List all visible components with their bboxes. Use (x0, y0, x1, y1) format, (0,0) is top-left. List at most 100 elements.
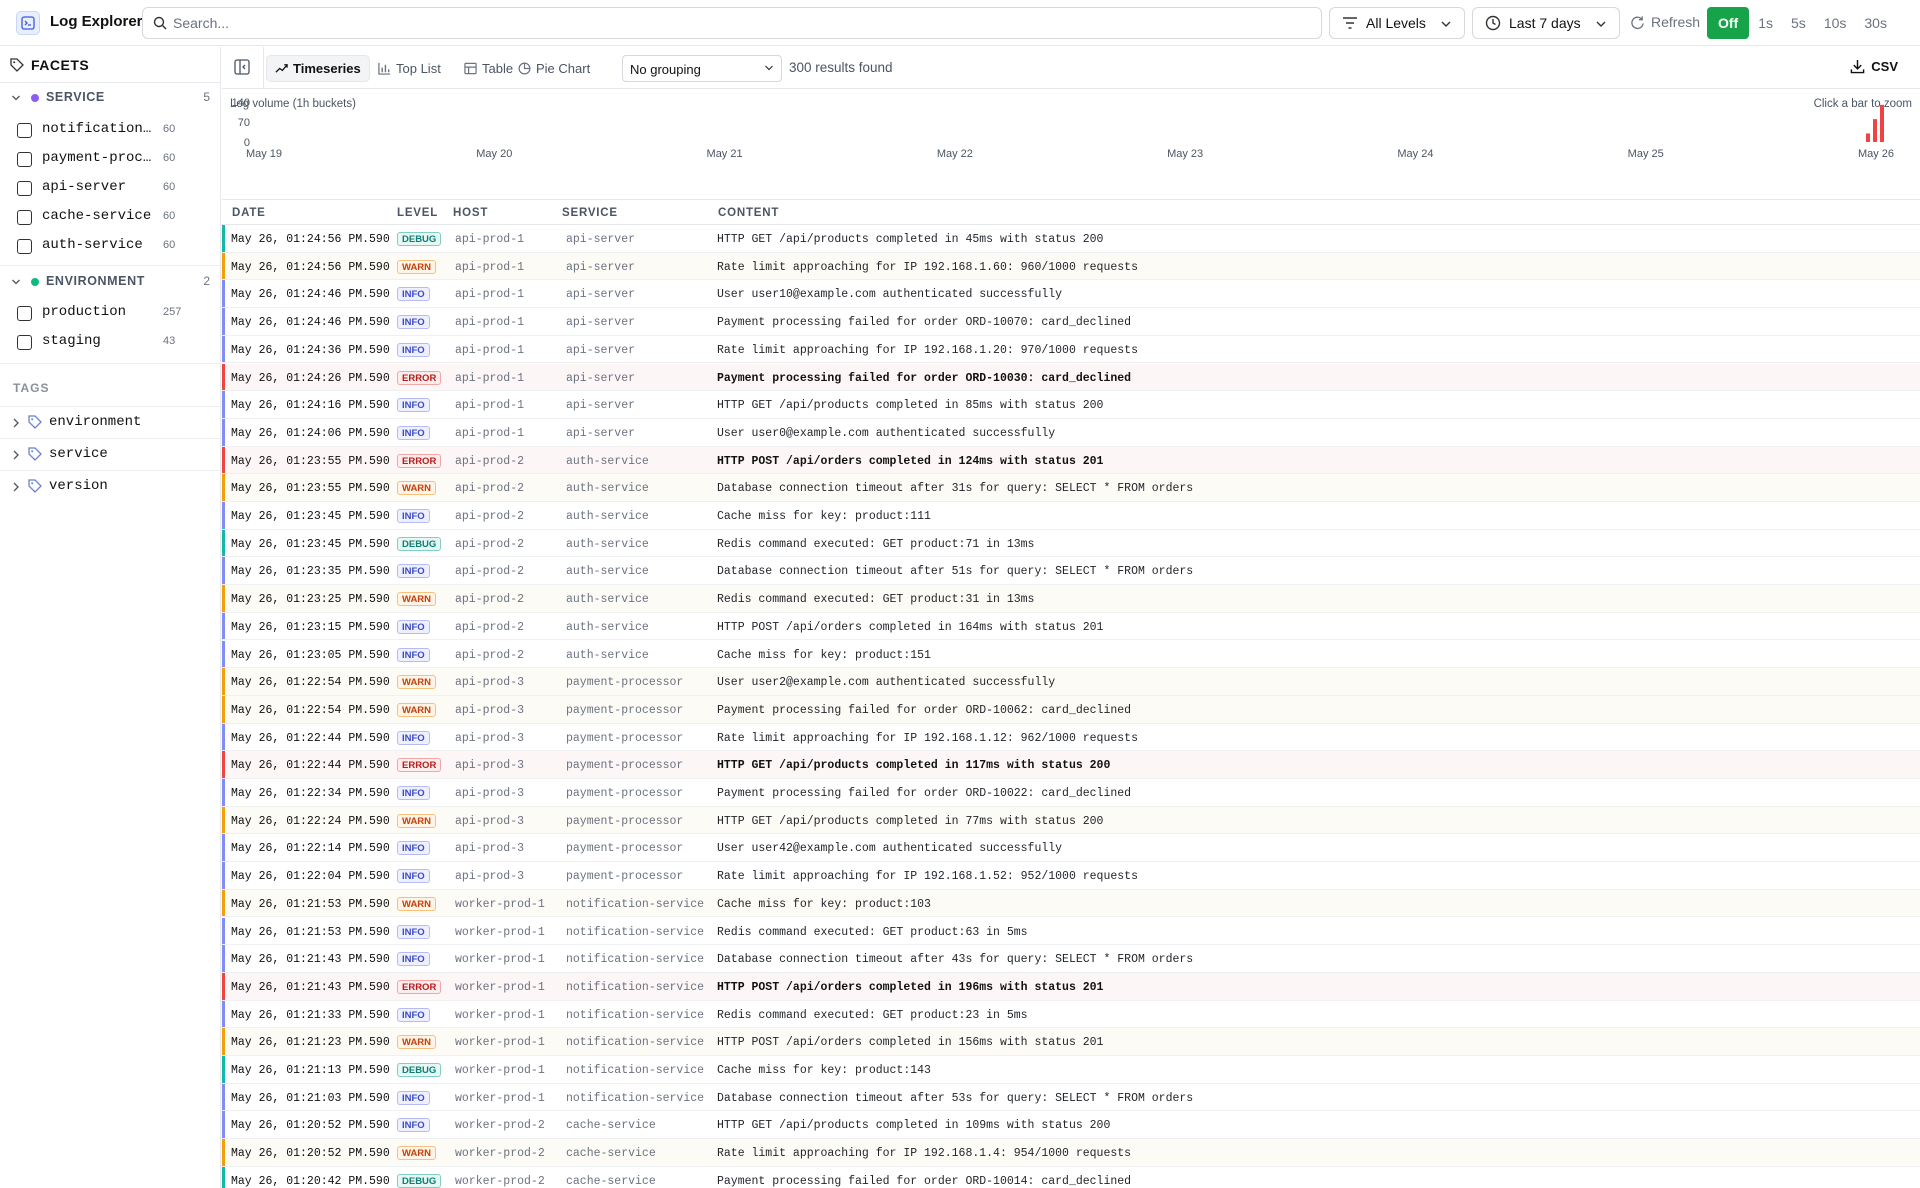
checkbox[interactable] (17, 306, 32, 321)
table-row[interactable]: May 26, 01:24:16 PM.590 INFO api-prod-1 api… (222, 391, 1920, 419)
checkbox[interactable] (17, 210, 32, 225)
table-row[interactable]: May 26, 01:21:13 PM.590 DEBUG worker-prod-… (222, 1056, 1920, 1084)
facet-item-cache-service[interactable]: cache-service 60 (0, 203, 220, 231)
table-row[interactable]: May 26, 01:23:25 PM.590 WARN api-prod-2 aut… (222, 585, 1920, 613)
volume-bar[interactable] (1880, 104, 1884, 142)
table-row[interactable]: May 26, 01:21:53 PM.590 INFO worker-prod-1… (222, 917, 1920, 946)
rate-off-button[interactable]: Off (1707, 7, 1750, 39)
row-host: api-prod-3 (455, 787, 525, 800)
row-content: HTTP POST /api/orders completed in 196ms… (717, 980, 1104, 994)
table-row[interactable]: May 26, 01:24:26 PM.590 ERROR api-prod-1 ap… (222, 363, 1920, 392)
checkbox[interactable] (17, 335, 32, 350)
table-row[interactable]: May 26, 01:22:54 PM.590 WARN api-prod-3 pay… (222, 695, 1920, 724)
facet-item-auth-service[interactable]: auth-service 60 (0, 232, 220, 260)
tag-item-environment[interactable]: environment (0, 406, 220, 438)
row-content: Database connection timeout after 53s fo… (717, 1091, 1194, 1105)
row-service: auth-service (566, 482, 649, 496)
table-row[interactable]: May 26, 01:22:14 PM.590 INFO api-prod-3 pay… (222, 834, 1920, 863)
table-row[interactable]: May 26, 01:24:36 PM.590 INFO api-prod-1 api… (222, 335, 1920, 364)
table-row[interactable]: May 26, 01:24:56 PM.590 DEBUG api-prod-1 ap… (222, 225, 1920, 253)
level-badge: INFO (397, 1118, 430, 1133)
table-row[interactable]: May 26, 01:21:03 PM.590 INFO worker-prod-1… (222, 1083, 1920, 1112)
facet-item-notification-service[interactable]: notification-service 60 (0, 116, 220, 144)
rate-1s-button[interactable]: 1s (1749, 7, 1782, 39)
table-row[interactable]: May 26, 01:20:52 PM.590 WARN worker-prod-2… (222, 1139, 1920, 1167)
volume-bar[interactable] (1866, 133, 1870, 142)
row-date: May 26, 01:23:45 PM.590 (231, 510, 390, 523)
table-row[interactable]: May 26, 01:22:04 PM.590 INFO api-prod-3 pay… (222, 862, 1920, 890)
checkbox[interactable] (17, 152, 32, 167)
table-row[interactable]: May 26, 01:22:34 PM.590 INFO api-prod-3 pay… (222, 779, 1920, 807)
level-indicator-bar (222, 1000, 225, 1028)
table-row[interactable]: May 26, 01:24:46 PM.590 INFO api-prod-1 api… (222, 280, 1920, 309)
sidebar-toggle-icon[interactable] (234, 59, 250, 75)
column-header-host[interactable]: HOST (453, 207, 488, 219)
row-content: Redis command executed: GET product:63 i… (717, 925, 1028, 939)
table-row[interactable]: May 26, 01:21:43 PM.590 INFO worker-prod-1… (222, 945, 1920, 973)
column-header-content[interactable]: CONTENT (718, 207, 779, 219)
table-row[interactable]: May 26, 01:23:45 PM.590 DEBUG api-prod-2 au… (222, 529, 1920, 558)
row-date: May 26, 01:23:45 PM.590 (231, 537, 390, 551)
tab-label: Pie Chart (536, 61, 591, 76)
refresh-button[interactable]: Refresh (1630, 14, 1700, 30)
time-range-dropdown[interactable]: Last 7 days (1472, 7, 1620, 39)
x-tick-label: May 25 (1628, 148, 1664, 160)
row-host: api-prod-2 (455, 482, 525, 496)
table-row[interactable]: May 26, 01:24:46 PM.590 INFO api-prod-1 api… (222, 308, 1920, 336)
table-row[interactable]: May 26, 01:21:53 PM.590 WARN worker-prod-1… (222, 889, 1920, 918)
table-row[interactable]: May 26, 01:23:35 PM.590 INFO api-prod-2 aut… (222, 557, 1920, 586)
facet-group-service[interactable]: SERVICE 5 (0, 87, 220, 109)
row-service: cache-service (566, 1174, 656, 1188)
level-filter-dropdown[interactable]: All Levels (1329, 7, 1465, 39)
facet-item-staging[interactable]: staging 43 (0, 328, 220, 356)
table-row[interactable]: May 26, 01:20:52 PM.590 INFO worker-prod-2… (222, 1111, 1920, 1140)
checkbox[interactable] (17, 123, 32, 138)
table-row[interactable]: May 26, 01:23:15 PM.590 INFO api-prod-2 aut… (222, 612, 1920, 641)
tab-timeseries[interactable]: Timeseries (266, 55, 370, 82)
table-row[interactable]: May 26, 01:24:56 PM.590 WARN api-prod-1 api… (222, 252, 1920, 281)
row-service: payment-processor (566, 759, 684, 773)
grouping-select[interactable]: No grouping (622, 55, 782, 82)
facet-item-payment-processor[interactable]: payment-processor 60 (0, 145, 220, 173)
search-box[interactable] (142, 7, 1322, 39)
checkbox[interactable] (17, 181, 32, 196)
facet-group-environment[interactable]: ENVIRONMENT 2 (0, 271, 220, 293)
rate-5s-button[interactable]: 5s (1782, 7, 1815, 39)
row-content: Payment processing failed for order ORD-… (717, 371, 1132, 385)
row-content: HTTP POST /api/orders completed in 124ms… (717, 454, 1104, 468)
tab-top-list[interactable]: Top List (370, 55, 449, 82)
column-header-service[interactable]: SERVICE (562, 207, 618, 219)
table-row[interactable]: May 26, 01:22:54 PM.590 WARN api-prod-3 pay… (222, 668, 1920, 696)
rate-10s-button[interactable]: 10s (1815, 7, 1856, 39)
level-badge: WARN (397, 675, 437, 690)
table-row[interactable]: May 26, 01:22:44 PM.590 INFO api-prod-3 pay… (222, 723, 1920, 752)
table-row[interactable]: May 26, 01:21:33 PM.590 INFO worker-prod-1… (222, 1000, 1920, 1029)
level-badge: WARN (397, 813, 437, 828)
checkbox[interactable] (17, 239, 32, 254)
rate-30s-button[interactable]: 30s (1855, 7, 1896, 39)
row-service: auth-service (566, 648, 649, 662)
tab-pie-chart[interactable]: Pie Chart (510, 55, 598, 82)
level-indicator-bar (222, 1028, 225, 1055)
column-header-level[interactable]: LEVEL (397, 207, 438, 219)
table-row[interactable]: May 26, 01:21:43 PM.590 ERROR worker-prod-… (222, 972, 1920, 1001)
table-row[interactable]: May 26, 01:22:44 PM.590 ERROR api-prod-3 pa… (222, 751, 1920, 779)
table-row[interactable]: May 26, 01:22:24 PM.590 WARN api-prod-3 pay… (222, 806, 1920, 835)
table-row[interactable]: May 26, 01:23:55 PM.590 WARN api-prod-2 aut… (222, 474, 1920, 502)
csv-export-button[interactable]: CSV (1850, 59, 1898, 74)
column-header-date[interactable]: DATE (232, 207, 266, 219)
row-host: api-prod-2 (455, 454, 525, 468)
table-row[interactable]: May 26, 01:23:45 PM.590 INFO api-prod-2 aut… (222, 502, 1920, 530)
table-row[interactable]: May 26, 01:23:55 PM.590 ERROR api-prod-2 au… (222, 446, 1920, 475)
volume-bar[interactable] (1873, 119, 1877, 142)
table-row[interactable]: May 26, 01:20:42 PM.590 DEBUG worker-prod-… (222, 1166, 1920, 1188)
table-row[interactable]: May 26, 01:24:06 PM.590 INFO api-prod-1 api… (222, 418, 1920, 447)
facet-item-label: notification-service (42, 121, 154, 137)
facet-item-api-server[interactable]: api-server 60 (0, 174, 220, 202)
table-row[interactable]: May 26, 01:21:23 PM.590 WARN worker-prod-1… (222, 1028, 1920, 1056)
facet-item-production[interactable]: production 257 (0, 299, 220, 327)
search-input[interactable] (173, 12, 1313, 34)
table-row[interactable]: May 26, 01:23:05 PM.590 INFO api-prod-2 aut… (222, 640, 1920, 669)
tag-item-version[interactable]: version (0, 470, 220, 502)
tag-item-service[interactable]: service (0, 438, 220, 470)
